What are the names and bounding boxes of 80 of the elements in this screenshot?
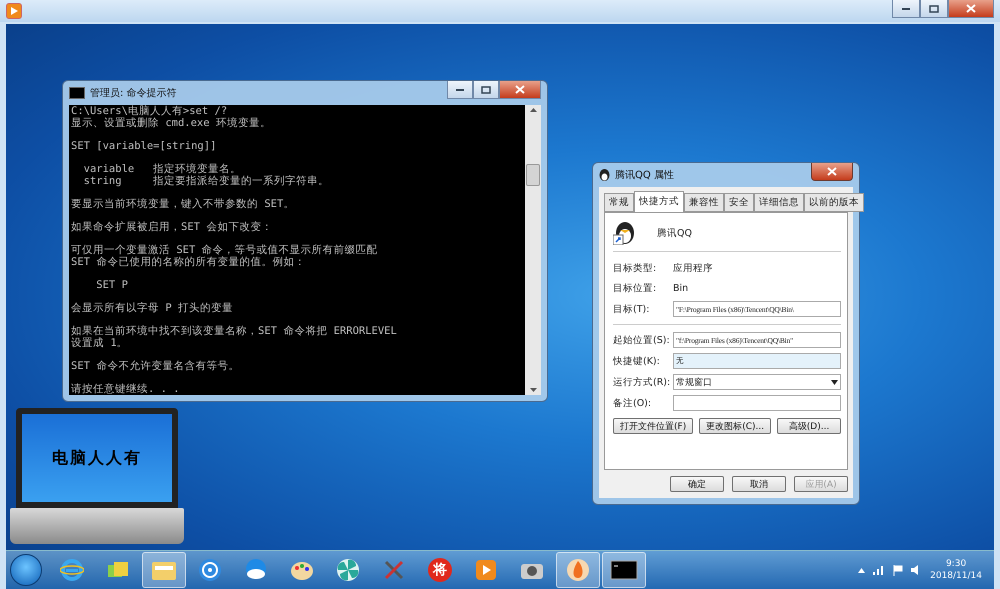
field-value: 应用程序 (673, 262, 714, 275)
input-field[interactable] (673, 395, 841, 411)
cloud-icon (244, 558, 268, 582)
dialog-button[interactable]: 取消 (732, 476, 786, 492)
close-icon (827, 167, 837, 176)
console-line: 设置成 1。 (71, 338, 129, 350)
minimize-icon (902, 8, 910, 10)
scrollbar[interactable] (525, 105, 541, 395)
console-line: 可仅用一个变量激活 SET 命令，等号或值不显示所有前缀匹配 (71, 245, 379, 256)
console-line: 显示、设置或删除 cmd.exe 环境变量。 (71, 118, 272, 130)
flame-icon (566, 558, 590, 582)
taskbar-button[interactable]: 将 (418, 552, 462, 588)
console-line: 如果命令扩展被启用，SET 会如下改变： (71, 222, 274, 234)
action-button[interactable]: 打开文件位置(F) (613, 418, 694, 434)
field-label: 目标(T): (613, 302, 650, 316)
close-button[interactable] (948, 0, 994, 18)
maximize-button[interactable] (473, 81, 499, 99)
window-title: 腾讯QQ 属性 (615, 168, 675, 182)
maximize-button[interactable] (920, 0, 948, 18)
field-label: 目标位置: (613, 282, 658, 295)
scroll-down-icon (530, 388, 536, 392)
scroll-thumb[interactable] (526, 164, 540, 186)
play-icon (475, 559, 497, 581)
maximize-icon (481, 86, 491, 94)
minimize-button[interactable] (892, 0, 920, 18)
console-line: 要显示当前环境变量，键入不带参数的 SET。 (71, 198, 296, 210)
console-line: 请按任意键继续. . . (71, 384, 181, 395)
close-icon (966, 4, 976, 13)
console-line: SET P (95, 280, 129, 292)
maximize-icon (929, 4, 939, 12)
tab[interactable]: 以前的版本 (804, 193, 864, 212)
scroll-up-icon (530, 108, 536, 112)
penguin-shortcut-icon (613, 221, 635, 245)
field-value: Bin (673, 283, 690, 294)
dropdown-arrow-icon (831, 380, 838, 384)
start-button[interactable] (10, 554, 42, 586)
tab[interactable]: 快捷方式 (634, 191, 684, 212)
tab[interactable]: 常规 (604, 193, 634, 212)
pinwheel-icon (336, 558, 360, 582)
close-button[interactable] (811, 163, 853, 181)
console-line: 会显示所有以字母 P 打头的变量 (71, 303, 234, 315)
console-icon (69, 87, 85, 99)
close-button[interactable] (499, 81, 541, 99)
console-line: variable 指定环境变量名。 (82, 164, 242, 175)
action-button[interactable]: 更改图标(C)... (699, 418, 772, 434)
badge-icon: 将 (428, 558, 452, 582)
minimize-icon (456, 88, 464, 90)
console-line: C:\Users\电脑人人有>set /? (71, 106, 228, 117)
signal-icon (873, 565, 886, 575)
browser-e-icon (60, 558, 84, 582)
console-icon (610, 560, 638, 580)
dialog-button[interactable]: 确定 (670, 476, 724, 492)
app-name: 腾讯QQ (657, 226, 692, 240)
penguin-icon (599, 169, 610, 181)
tray-arrow-icon (858, 568, 866, 572)
minimize-button[interactable] (447, 81, 473, 99)
field-label: 运行方式(R): (613, 376, 672, 388)
console-line: string 指定要指派给变量的一系列字符串。 (82, 176, 330, 188)
clock[interactable]: 9:30 2018/11/14 (930, 559, 982, 581)
logo-text: 电脑人人有 (52, 448, 142, 468)
console-line: SET 命令不允许变量名含有等号。 (71, 361, 240, 373)
field-label: 备注(O): (613, 396, 652, 410)
run-mode-dropdown[interactable]: 常规窗口 (673, 374, 841, 390)
flag-icon (893, 564, 904, 576)
play-icon (6, 3, 22, 19)
tab[interactable]: 安全 (724, 193, 754, 212)
action-button[interactable]: 高级(D)... (777, 418, 841, 434)
field-label: 起始位置(S): (613, 334, 671, 346)
close-icon (515, 85, 525, 94)
field-label: 目标类型: (613, 262, 658, 275)
dots-circle-icon (198, 558, 222, 582)
tab[interactable]: 兼容性 (684, 193, 724, 212)
taskbar-button[interactable] (602, 552, 646, 588)
folder-icon (151, 559, 177, 581)
field-label: 快捷键(K): (613, 354, 661, 368)
tab[interactable]: 详细信息 (754, 193, 804, 212)
console-line: 如果在当前环境中找不到该变量名称，SET 命令将把 ERRORLEVEL (71, 326, 398, 338)
window-title: 管理员: 命令提示符 (90, 87, 178, 100)
console-line: SET [variable=[string]] (71, 140, 218, 152)
console-line: SET 命令已使用的名称的所有变量的值。例如： (71, 256, 306, 268)
